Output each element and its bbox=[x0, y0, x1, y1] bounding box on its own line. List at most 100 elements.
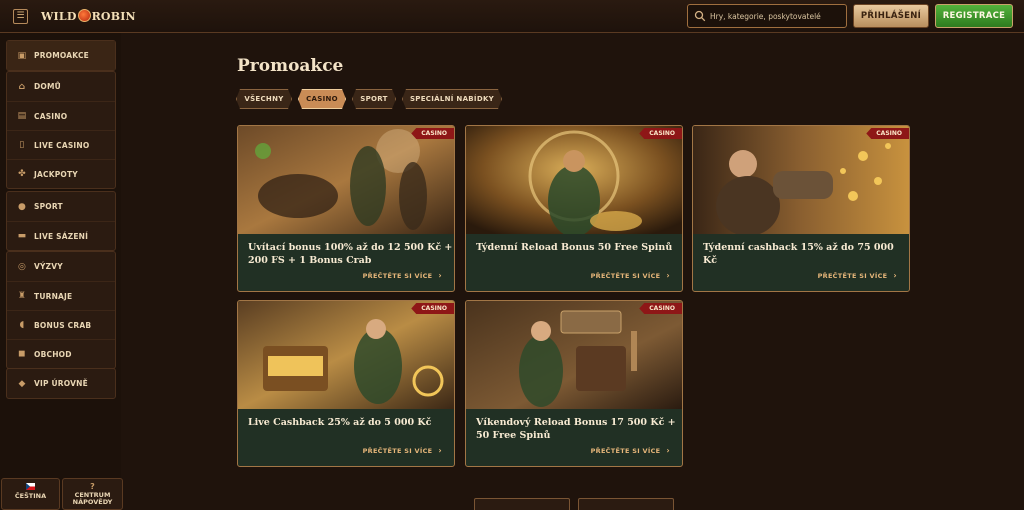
promo-image bbox=[238, 126, 454, 234]
sidebar-item-label: JACKPOTY bbox=[34, 169, 78, 179]
promo-card[interactable]: CASINO Týdenní Reload Bonus 50 Free Spin… bbox=[465, 125, 683, 292]
read-more-label: PŘEČTĚTE SI VÍCE bbox=[590, 447, 661, 455]
sidebar-item-turnaje[interactable]: ♜ TURNAJE bbox=[7, 281, 115, 310]
read-more-link[interactable]: PŘEČTĚTE SI VÍCE › bbox=[591, 446, 670, 455]
chevron-right-icon: › bbox=[666, 271, 670, 280]
sidebar-group-extras: ◎ VÝZVY ♜ TURNAJE ◖ BONUS CRAB ◼ OBCHOD bbox=[6, 251, 116, 369]
sidebar-group-vip: ◆ VIP ÚROVNĚ bbox=[6, 368, 116, 399]
category-tag: CASINO bbox=[639, 303, 682, 314]
sidebar-item-label: CASINO bbox=[34, 111, 68, 121]
target-icon: ◎ bbox=[17, 261, 27, 272]
promo-card[interactable]: CASINO Uvítací bonus 100% až do 12 500 K… bbox=[237, 125, 455, 292]
bag-icon: ◼ bbox=[18, 349, 26, 359]
language-label: ČEŠTINA bbox=[14, 492, 47, 500]
sidebar-item-bonus-crab[interactable]: ◖ BONUS CRAB bbox=[7, 310, 115, 339]
cards-icon: ▯ bbox=[19, 140, 25, 150]
czech-flag-icon bbox=[26, 483, 35, 491]
gift-icon: ▣ bbox=[17, 50, 27, 61]
chevron-right-icon: › bbox=[893, 271, 897, 280]
sidebar-item-label: LIVE SÁZENÍ bbox=[34, 231, 89, 241]
promo-title: Týdenní cashback 15% až do 75 000 Kč bbox=[703, 242, 894, 266]
diamond-icon: ◆ bbox=[18, 378, 26, 389]
sidebar-item-label: OBCHOD bbox=[34, 349, 72, 359]
search-input[interactable] bbox=[710, 8, 842, 24]
sidebar-item-jackpoty[interactable]: ✤ JACKPOTY bbox=[7, 159, 115, 188]
sidebar-item-label: TURNAJE bbox=[34, 291, 73, 301]
promo-title: Týdenní Reload Bonus 50 Free Spinů bbox=[476, 242, 673, 253]
login-button[interactable]: PŘIHLÁŠENÍ bbox=[853, 4, 929, 28]
category-tag: CASINO bbox=[639, 128, 682, 139]
read-more-link[interactable]: PŘEČTĚTE SI VÍCE › bbox=[363, 271, 442, 280]
sidebar-item-label: SPORT bbox=[34, 202, 63, 211]
logo-emblem-icon bbox=[77, 9, 91, 22]
sidebar-group-promo: ▣ PROMOAKCE bbox=[6, 40, 116, 71]
sidebar-item-label: VIP ÚROVNĚ bbox=[34, 379, 88, 388]
promo-card[interactable]: CASINO Týdenní cashback 15% až do 75 000… bbox=[692, 125, 910, 292]
sidebar-group-casino: ⌂ DOMŮ ▤ CASINO ▯ LIVE CASINO ✤ JACKPOTY bbox=[6, 71, 116, 189]
language-button[interactable]: ČEŠTINA bbox=[1, 478, 60, 510]
sidebar-item-domu[interactable]: ⌂ DOMŮ bbox=[7, 72, 115, 101]
top-bar: ☰ WILD ROBIN PŘIHLÁŠENÍ REGISTRACE bbox=[0, 0, 1024, 33]
search-box[interactable] bbox=[687, 4, 847, 28]
ball-icon: ● bbox=[17, 201, 27, 212]
menu-toggle-icon[interactable]: ☰ bbox=[13, 9, 28, 24]
home-icon: ⌂ bbox=[18, 81, 26, 92]
promo-title: Víkendový Reload Bonus 17 500 Kč + 50 Fr… bbox=[476, 417, 676, 441]
sidebar-item-vip[interactable]: ◆ VIP ÚROVNĚ bbox=[7, 369, 115, 398]
logo-text-wild: WILD bbox=[41, 10, 77, 23]
read-more-label: PŘEČTĚTE SI VÍCE bbox=[362, 447, 433, 455]
sidebar-item-live-sazeni[interactable]: ▬ LIVE SÁZENÍ bbox=[7, 221, 115, 250]
bottom-button-right[interactable] bbox=[578, 498, 674, 510]
chevron-right-icon: › bbox=[666, 446, 670, 455]
sidebar-item-label: PROMOAKCE bbox=[34, 51, 89, 60]
sidebar-item-casino[interactable]: ▤ CASINO bbox=[7, 101, 115, 130]
slot-icon: ▤ bbox=[17, 111, 27, 121]
live-icon: ▬ bbox=[17, 231, 27, 241]
read-more-link[interactable]: PŘEČTĚTE SI VÍCE › bbox=[363, 446, 442, 455]
read-more-label: PŘEČTĚTE SI VÍCE bbox=[590, 272, 661, 280]
category-tag: CASINO bbox=[866, 128, 909, 139]
filter-special-offers[interactable]: SPECIÁLNÍ NABÍDKY bbox=[402, 89, 502, 109]
chevron-right-icon: › bbox=[438, 446, 442, 455]
read-more-label: PŘEČTĚTE SI VÍCE bbox=[817, 272, 888, 280]
trophy-icon: ♜ bbox=[17, 291, 27, 301]
logo-text-robin: ROBIN bbox=[91, 10, 136, 23]
sidebar-item-promoakce[interactable]: ▣ PROMOAKCE bbox=[7, 41, 115, 70]
sidebar-item-live-casino[interactable]: ▯ LIVE CASINO bbox=[7, 130, 115, 159]
sidebar: ▣ PROMOAKCE ⌂ DOMŮ ▤ CASINO ▯ LIVE CASIN… bbox=[0, 33, 121, 510]
promo-card[interactable]: CASINO Víkendový Reload Bonus 17 500 Kč … bbox=[465, 300, 683, 467]
filter-sport[interactable]: SPORT bbox=[352, 89, 396, 109]
search-icon bbox=[694, 10, 706, 22]
sidebar-item-label: DOMŮ bbox=[34, 82, 61, 91]
sidebar-item-obchod[interactable]: ◼ OBCHOD bbox=[7, 339, 115, 368]
sidebar-group-sport: ● SPORT ▬ LIVE SÁZENÍ bbox=[6, 191, 116, 251]
sidebar-item-sport[interactable]: ● SPORT bbox=[7, 192, 115, 221]
logo[interactable]: WILD ROBIN bbox=[41, 9, 136, 25]
register-button[interactable]: REGISTRACE bbox=[935, 4, 1013, 28]
promo-image bbox=[693, 126, 909, 234]
filter-casino[interactable]: CASINO bbox=[298, 89, 346, 109]
category-tag: CASINO bbox=[411, 128, 454, 139]
sidebar-item-vyzvy[interactable]: ◎ VÝZVY bbox=[7, 252, 115, 281]
category-tag: CASINO bbox=[411, 303, 454, 314]
page-title: Promoakce bbox=[237, 56, 344, 76]
read-more-label: PŘEČTĚTE SI VÍCE bbox=[362, 272, 433, 280]
promo-title: Uvítací bonus 100% až do 12 500 Kč + 200… bbox=[248, 242, 453, 266]
help-label-line-2: NÁPOVĚDY bbox=[72, 498, 113, 506]
chevron-right-icon: › bbox=[438, 271, 442, 280]
filter-all[interactable]: VŠECHNY bbox=[236, 89, 292, 109]
crab-icon: ◖ bbox=[19, 320, 25, 330]
promo-image bbox=[238, 301, 454, 409]
promo-image bbox=[466, 126, 682, 234]
read-more-link[interactable]: PŘEČTĚTE SI VÍCE › bbox=[818, 271, 897, 280]
promo-image bbox=[466, 301, 682, 409]
sidebar-item-label: LIVE CASINO bbox=[34, 140, 90, 150]
help-icon: ? bbox=[90, 482, 95, 491]
sidebar-item-label: VÝZVY bbox=[34, 262, 63, 271]
read-more-link[interactable]: PŘEČTĚTE SI VÍCE › bbox=[591, 271, 670, 280]
bottom-button-left[interactable] bbox=[474, 498, 570, 510]
clover-icon: ✤ bbox=[18, 169, 26, 179]
promo-title: Live Cashback 25% až do 5 000 Kč bbox=[248, 417, 432, 428]
promo-card[interactable]: CASINO Live Cashback 25% až do 5 000 Kč … bbox=[237, 300, 455, 467]
help-center-button[interactable]: ? CENTRUM NÁPOVĚDY bbox=[62, 478, 123, 510]
